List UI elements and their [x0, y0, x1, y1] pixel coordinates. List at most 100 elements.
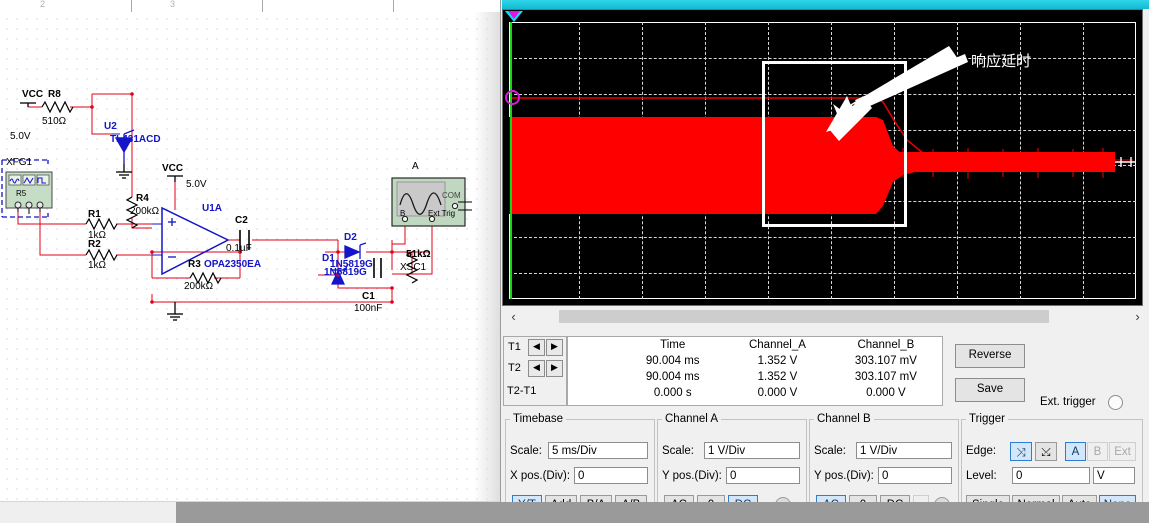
trigger-level-marker[interactable] [505, 11, 523, 22]
label-r5: 51kΩ [406, 249, 431, 260]
table-row: 0.000 s 0.000 V 0.000 V [568, 385, 942, 401]
cursor-t1-left-button[interactable]: ◀ [528, 339, 545, 356]
trigger-level-unit[interactable]: V [1093, 467, 1135, 484]
bottom-scrollbar-strip[interactable] [0, 502, 1149, 523]
trigger-edge-falling-button[interactable]: ⤩ [1035, 442, 1057, 461]
channel-a-ypos-label: Y pos.(Div): [662, 470, 722, 482]
cursor-t1-right-button[interactable]: ▶ [546, 339, 563, 356]
cursor-1-line[interactable] [510, 22, 512, 299]
cell: 1.352 V [757, 371, 798, 383]
cell: 303.107 mV [854, 355, 917, 367]
label-scope-term-a: B [400, 209, 406, 218]
cursor-t2-label: T2 [508, 362, 521, 374]
label-vcc-mid: VCC [162, 163, 184, 174]
bottom-scroll-track[interactable] [0, 502, 176, 523]
cell: 90.004 ms [645, 355, 700, 367]
col-time: Time [660, 339, 686, 351]
label-vcc-top: VCC [22, 89, 44, 100]
trigger-level-input[interactable]: 0 [1012, 467, 1090, 484]
save-button[interactable]: Save [955, 378, 1025, 402]
cell: 90.004 ms [645, 371, 700, 383]
label-r1: R1 [88, 209, 101, 220]
label-c1: C1 [362, 291, 375, 302]
label-r5-value: XSC1 [400, 262, 427, 273]
channel-b-scale-label: Scale: [814, 445, 846, 457]
label-vcc-mid-value: 5.0V [186, 179, 207, 190]
label-r3: R3 [188, 259, 201, 270]
cell [568, 385, 620, 401]
channel-a-scale-input[interactable]: 1 V/Div [704, 442, 800, 459]
label-vcc-top-value: 5.0V [10, 131, 31, 142]
timebase-xpos-input[interactable]: 0 [574, 467, 648, 484]
channel-a-title: Channel A [665, 413, 719, 425]
cell: 0.000 V [757, 387, 798, 399]
ext-trigger-label: Ext. trigger [1040, 396, 1096, 408]
reverse-button[interactable]: Reverse [955, 344, 1025, 368]
cell [568, 353, 620, 369]
label-r2-value: 1kΩ [88, 260, 107, 271]
trigger-source-ext[interactable]: Ext [1109, 442, 1136, 461]
readout-table: Time Channel_A Channel_B 90.004 ms 1.352… [567, 336, 943, 406]
col-channel-b: Channel_B [857, 339, 915, 351]
label-c1-value: 100nF [354, 303, 383, 314]
schematic-panel[interactable]: 2 3 VCC 5.0V R8 510Ω U2 TL431ACD XFG1 R5… [0, 0, 500, 523]
channel-b-scale-input[interactable]: 1 V/Div [856, 442, 952, 459]
timebase-scale-input[interactable]: 5 ms/Div [548, 442, 648, 459]
label-xfg1-ref: XFG1 [6, 157, 33, 168]
label-c2: C2 [235, 215, 248, 226]
timebase-title: Timebase [513, 413, 564, 425]
timebase-xpos-label: X pos.(Div): [510, 470, 571, 482]
cursor-buttons-group: T1 ◀ ▶ T2 ◀ ▶ T2-T1 [503, 336, 567, 406]
trigger-title: Trigger [969, 413, 1005, 425]
table-row: 90.004 ms 1.352 V 303.107 mV [568, 353, 942, 369]
cell: 1.352 V [757, 355, 798, 367]
cursor-t2-left-button[interactable]: ◀ [528, 360, 545, 377]
label-r8-value: 510Ω [42, 116, 67, 127]
cell: 0.000 s [653, 387, 692, 399]
cell [568, 369, 620, 385]
cell: 303.107 mV [854, 371, 917, 383]
label-xsc1-ref: A [412, 161, 419, 172]
label-d1-ref: D1 [322, 253, 335, 264]
ruler-mark: 2 [40, 0, 46, 9]
scope-titlebar[interactable] [502, 0, 1149, 9]
canvas-edge-shading [474, 12, 500, 502]
timebase-scale-label: Scale: [510, 445, 542, 457]
cursor-readout: T1 ◀ ▶ T2 ◀ ▶ T2-T1 Time Channel_A Chann… [503, 336, 943, 406]
scope-display[interactable]: 响应延时 [502, 9, 1143, 306]
label-d1-part: 1N5819G [324, 267, 367, 278]
channel-a-ypos-input[interactable]: 0 [726, 467, 800, 484]
label-r4: R4 [136, 193, 149, 204]
label-u2-part: TL431ACD [110, 134, 161, 145]
annotation-text: 响应延时 [971, 52, 1032, 70]
ext-trigger-indicator[interactable] [1108, 395, 1123, 410]
trigger-edge-rising-button[interactable]: ⤨ [1010, 442, 1032, 461]
label-c2-value: 0.1µF [226, 243, 252, 254]
scope-hscrollbar[interactable]: ‹ › [502, 307, 1149, 326]
trigger-source-a[interactable]: A [1065, 442, 1086, 461]
label-r2: R2 [88, 239, 101, 250]
trigger-edge-label: Edge: [966, 445, 997, 457]
channel-b-title: Channel B [817, 413, 871, 425]
scope-hscroll-thumb[interactable] [559, 310, 1049, 323]
cursor-t2-right-button[interactable]: ▶ [546, 360, 563, 377]
label-u1a-part: OPA2350EA [204, 259, 262, 270]
trigger-source-b[interactable]: B [1087, 442, 1108, 461]
multisim-window: 2 3 VCC 5.0V R8 510Ω U2 TL431ACD XFG1 R5… [0, 0, 1149, 523]
channel-b-ypos-input[interactable]: 0 [878, 467, 952, 484]
cell: 0.000 V [866, 387, 906, 399]
timebase-group: Timebase Scale: 5 ms/Div X pos.(Div): 0 … [505, 413, 655, 514]
label-d2-ref: D2 [344, 232, 357, 243]
scroll-left-arrow-icon[interactable]: ‹ [504, 307, 523, 326]
label-xfg1-com: R5 [16, 189, 27, 198]
label-r8: R8 [48, 89, 61, 100]
ruler-mark: 3 [170, 0, 176, 9]
col-channel-a: Channel_A [748, 339, 806, 351]
cursor-1-handle[interactable] [505, 90, 520, 105]
scroll-right-arrow-icon[interactable]: › [1128, 307, 1147, 326]
label-scope-term-b: Ext Trig [428, 209, 456, 218]
table-row: 90.004 ms 1.352 V 303.107 mV [568, 369, 942, 385]
channel-b-group: Channel B Scale: 1 V/Div Y pos.(Div): 0 … [809, 413, 959, 514]
schematic-canvas[interactable]: VCC 5.0V R8 510Ω U2 TL431ACD XFG1 R5 R1 … [0, 12, 500, 502]
label-r3-value: 200kΩ [184, 281, 214, 292]
